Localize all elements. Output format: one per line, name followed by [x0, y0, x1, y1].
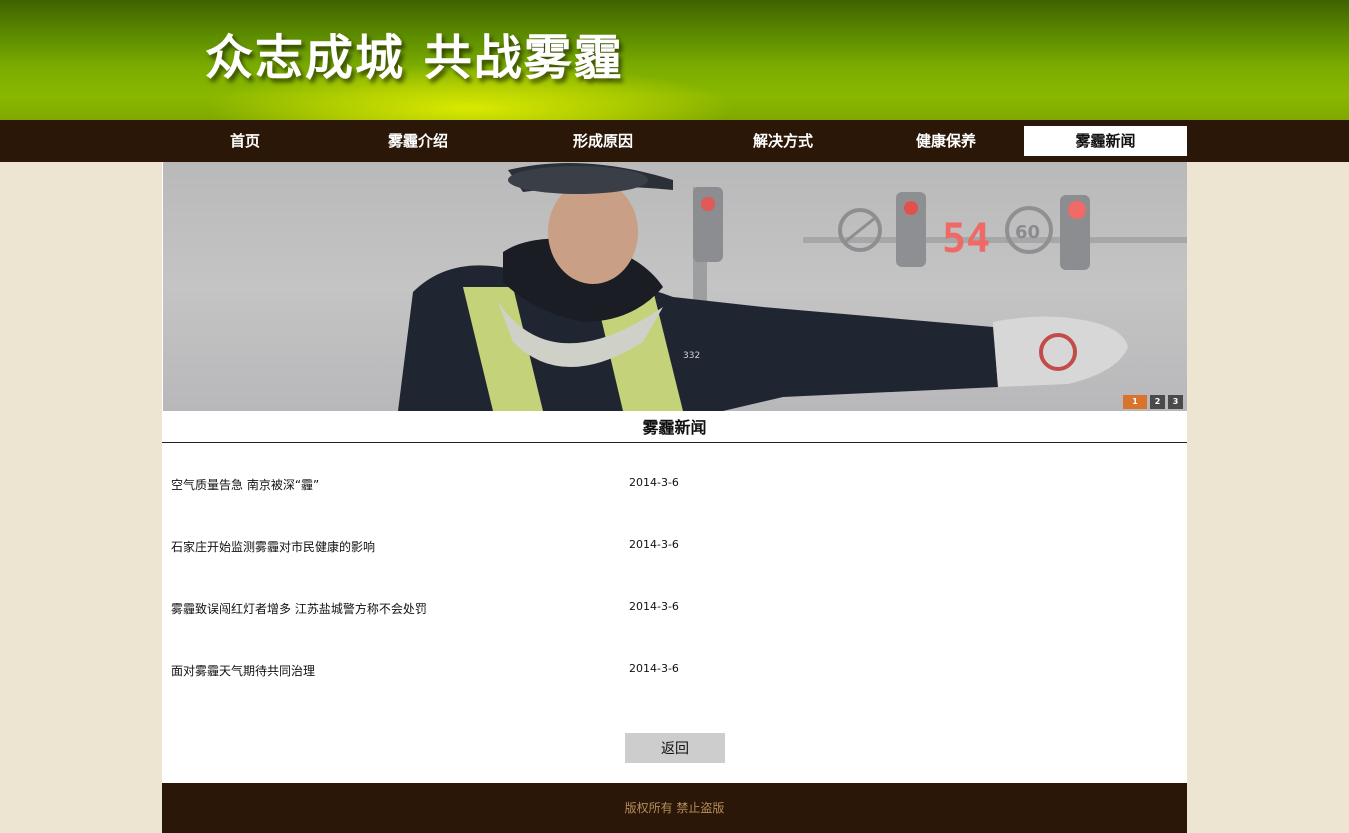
site-footer: 版权所有 禁止盗版 — [162, 783, 1187, 833]
officer-glove — [993, 316, 1128, 387]
nav-item-solutions[interactable]: 解决方式 — [703, 126, 863, 156]
nav-item-health[interactable]: 健康保养 — [866, 126, 1026, 156]
back-button[interactable]: 返回 — [625, 733, 725, 763]
news-title-link[interactable]: 雾霾致误闯红灯者增多 江苏盐城警方称不会处罚 — [171, 600, 427, 617]
nav-item-causes[interactable]: 形成原因 — [523, 126, 683, 156]
site-logo-title: 众志成城 共战雾霾 — [205, 30, 624, 86]
news-date: 2014-3-6 — [629, 476, 679, 489]
footer-copyright: 版权所有 禁止盗版 — [624, 801, 725, 815]
news-title-link[interactable]: 面对雾霾天气期待共同治理 — [171, 662, 315, 679]
news-date: 2014-3-6 — [629, 538, 679, 551]
main-nav: 首页 雾霾介绍 形成原因 解决方式 健康保养 雾霾新闻 — [0, 120, 1349, 162]
news-list-item[interactable]: 空气质量告急 南京被深“霾” 2014-3-6 — [171, 476, 871, 496]
nav-item-home[interactable]: 首页 — [165, 126, 325, 156]
news-date: 2014-3-6 — [629, 662, 679, 675]
news-list-item[interactable]: 面对雾霾天气期待共同治理 2014-3-6 — [171, 662, 871, 682]
nav-item-haze-intro[interactable]: 雾霾介绍 — [338, 126, 498, 156]
banner-slideshow: 54 60 332 1 2 3 — [163, 162, 1187, 411]
banner-photo-traffic-police: 54 60 332 — [398, 162, 1187, 411]
site-header: 众志成城 共战雾霾 — [0, 0, 1349, 120]
news-list-item[interactable]: 石家庄开始监测雾霾对市民健康的影响 2014-3-6 — [171, 538, 871, 558]
traffic-light-red-icon — [1068, 201, 1086, 219]
news-title-link[interactable]: 石家庄开始监测雾霾对市民健康的影响 — [171, 538, 375, 555]
traffic-light-red-icon — [904, 201, 918, 215]
banner-pager-dot-3[interactable]: 3 — [1168, 395, 1183, 409]
news-title-link[interactable]: 空气质量告急 南京被深“霾” — [171, 476, 319, 493]
signal-countdown: 54 — [942, 216, 990, 262]
news-list-item[interactable]: 雾霾致误闯红灯者增多 江苏盐城警方称不会处罚 2014-3-6 — [171, 600, 871, 620]
news-date: 2014-3-6 — [629, 600, 679, 613]
nav-item-haze-news[interactable]: 雾霾新闻 — [1024, 126, 1187, 156]
banner-pager-dot-2[interactable]: 2 — [1150, 395, 1165, 409]
officer-face — [548, 180, 638, 284]
banner-pager: 1 2 3 — [1123, 395, 1183, 409]
banner-pager-dot-1[interactable]: 1 — [1123, 395, 1147, 409]
main-content: 54 60 332 1 2 3 雾霾新闻 空气质量告急 南京被深“霾” 2014… — [162, 162, 1187, 783]
traffic-light-red-icon — [701, 197, 715, 211]
officer-badge-number: 332 — [683, 351, 700, 361]
banner-signal-arm — [803, 237, 1187, 243]
section-title: 雾霾新闻 — [162, 411, 1187, 443]
speed-limit-value: 60 — [1015, 222, 1040, 243]
